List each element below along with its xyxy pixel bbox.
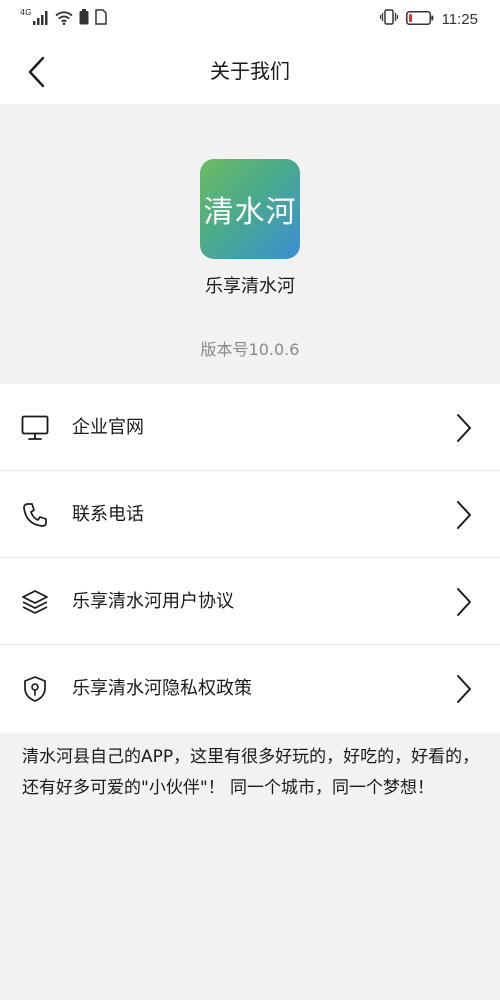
menu-item-privacy-policy[interactable]: 乐享清水河隐私权政策: [0, 645, 500, 733]
app-info-section: 清水河 乐享清水河 版本号10.0.6: [0, 104, 500, 384]
app-version: 版本号10.0.6: [200, 340, 300, 359]
app-description: 清水河县自己的APP，这里有很多好玩的，好吃的，好看的，还有好多可爱的"小伙伴"…: [22, 747, 480, 798]
chevron-right-icon: [457, 588, 471, 616]
nav-bar: 关于我们: [0, 38, 500, 104]
app-logo: 清水河: [200, 159, 300, 259]
back-button[interactable]: [14, 50, 58, 94]
wifi-icon: [55, 10, 73, 29]
battery-icon: [405, 10, 434, 29]
chevron-right-icon: [457, 675, 471, 703]
sim-card-icon: [95, 9, 108, 29]
layers-icon: [20, 588, 50, 616]
menu-list: 企业官网 联系电话 乐享清水河用户协议 乐享清水河隐私权政策: [0, 384, 500, 733]
monitor-icon: [20, 414, 50, 442]
status-bar: 4G 11:25: [0, 0, 500, 38]
app-logo-text: 清水河: [203, 195, 297, 230]
menu-item-website[interactable]: 企业官网: [0, 384, 500, 471]
menu-item-label: 乐享清水河隐私权政策: [72, 678, 252, 699]
chevron-right-icon: [457, 501, 471, 529]
menu-item-label: 乐享清水河用户协议: [72, 591, 234, 612]
vibrate-icon: [379, 9, 398, 29]
phone-icon: [20, 501, 50, 529]
menu-item-label: 联系电话: [72, 504, 144, 525]
clock: 11:25: [441, 10, 478, 28]
menu-item-label: 企业官网: [72, 417, 144, 438]
chevron-right-icon: [457, 414, 471, 442]
notification-battery-icon: [79, 9, 89, 29]
menu-item-user-agreement[interactable]: 乐享清水河用户协议: [0, 558, 500, 645]
status-left: 4G: [20, 8, 108, 29]
chevron-left-icon: [28, 56, 45, 88]
signal-icon: [33, 10, 49, 29]
shield-lock-icon: [20, 675, 50, 703]
network-type-label: 4G: [20, 8, 32, 17]
menu-item-phone[interactable]: 联系电话: [0, 471, 500, 558]
app-name: 乐享清水河: [205, 276, 295, 297]
status-right: 11:25: [379, 9, 478, 29]
page-title: 关于我们: [210, 59, 290, 83]
